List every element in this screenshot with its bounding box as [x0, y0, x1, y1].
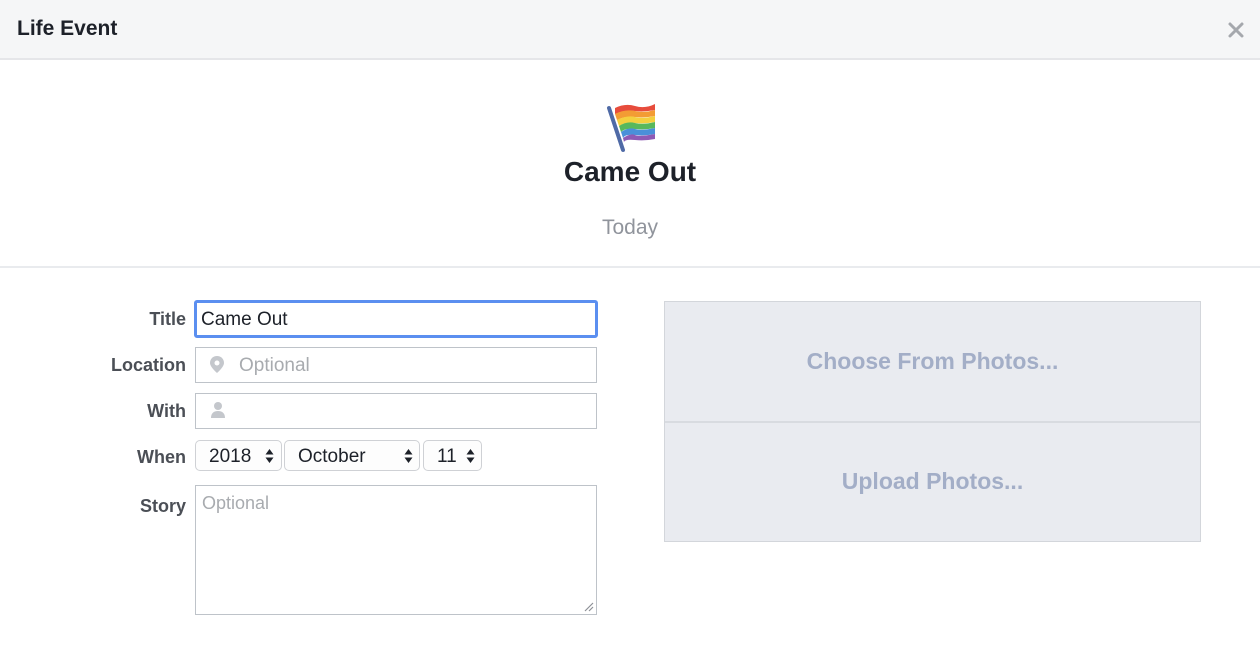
year-value: 2018 — [209, 446, 252, 467]
event-title: Came Out — [563, 156, 697, 187]
with-input[interactable] — [195, 393, 597, 429]
with-label: With — [147, 401, 186, 421]
location-placeholder: Optional — [239, 355, 310, 376]
resize-handle-icon[interactable] — [583, 601, 594, 612]
dialog-header: Life Event — [0, 0, 1260, 60]
month-select[interactable]: October — [284, 440, 420, 471]
up-down-arrows-icon — [265, 449, 274, 463]
day-value: 11 — [437, 446, 457, 467]
photos-panel: Choose From Photos... Upload Photos... — [664, 301, 1201, 542]
rainbow-flag-icon — [603, 100, 659, 161]
location-pin-icon — [210, 356, 224, 373]
title-label: Title — [149, 309, 186, 329]
location-label: Location — [111, 355, 186, 375]
story-textarea[interactable]: Optional — [195, 485, 597, 615]
title-input-value: Came Out — [201, 309, 288, 330]
choose-from-photos-button[interactable]: Choose From Photos... — [665, 348, 1200, 375]
story-label: Story — [139, 496, 186, 516]
location-input[interactable]: Optional — [195, 347, 597, 383]
up-down-arrows-icon — [466, 449, 475, 463]
title-input[interactable]: Came Out — [194, 300, 598, 338]
close-icon — [1228, 22, 1244, 38]
story-placeholder: Optional — [202, 493, 270, 513]
month-value: October — [298, 446, 366, 467]
day-select[interactable]: 11 — [423, 440, 482, 471]
upload-photos-button[interactable]: Upload Photos... — [665, 468, 1200, 495]
person-icon — [211, 402, 225, 418]
up-down-arrows-icon — [404, 449, 413, 463]
event-date: Today — [601, 216, 659, 239]
when-label: When — [137, 447, 186, 467]
dialog-title: Life Event — [17, 17, 118, 40]
close-button[interactable] — [1226, 20, 1246, 40]
year-select[interactable]: 2018 — [195, 440, 282, 471]
photos-divider — [665, 421, 1200, 423]
